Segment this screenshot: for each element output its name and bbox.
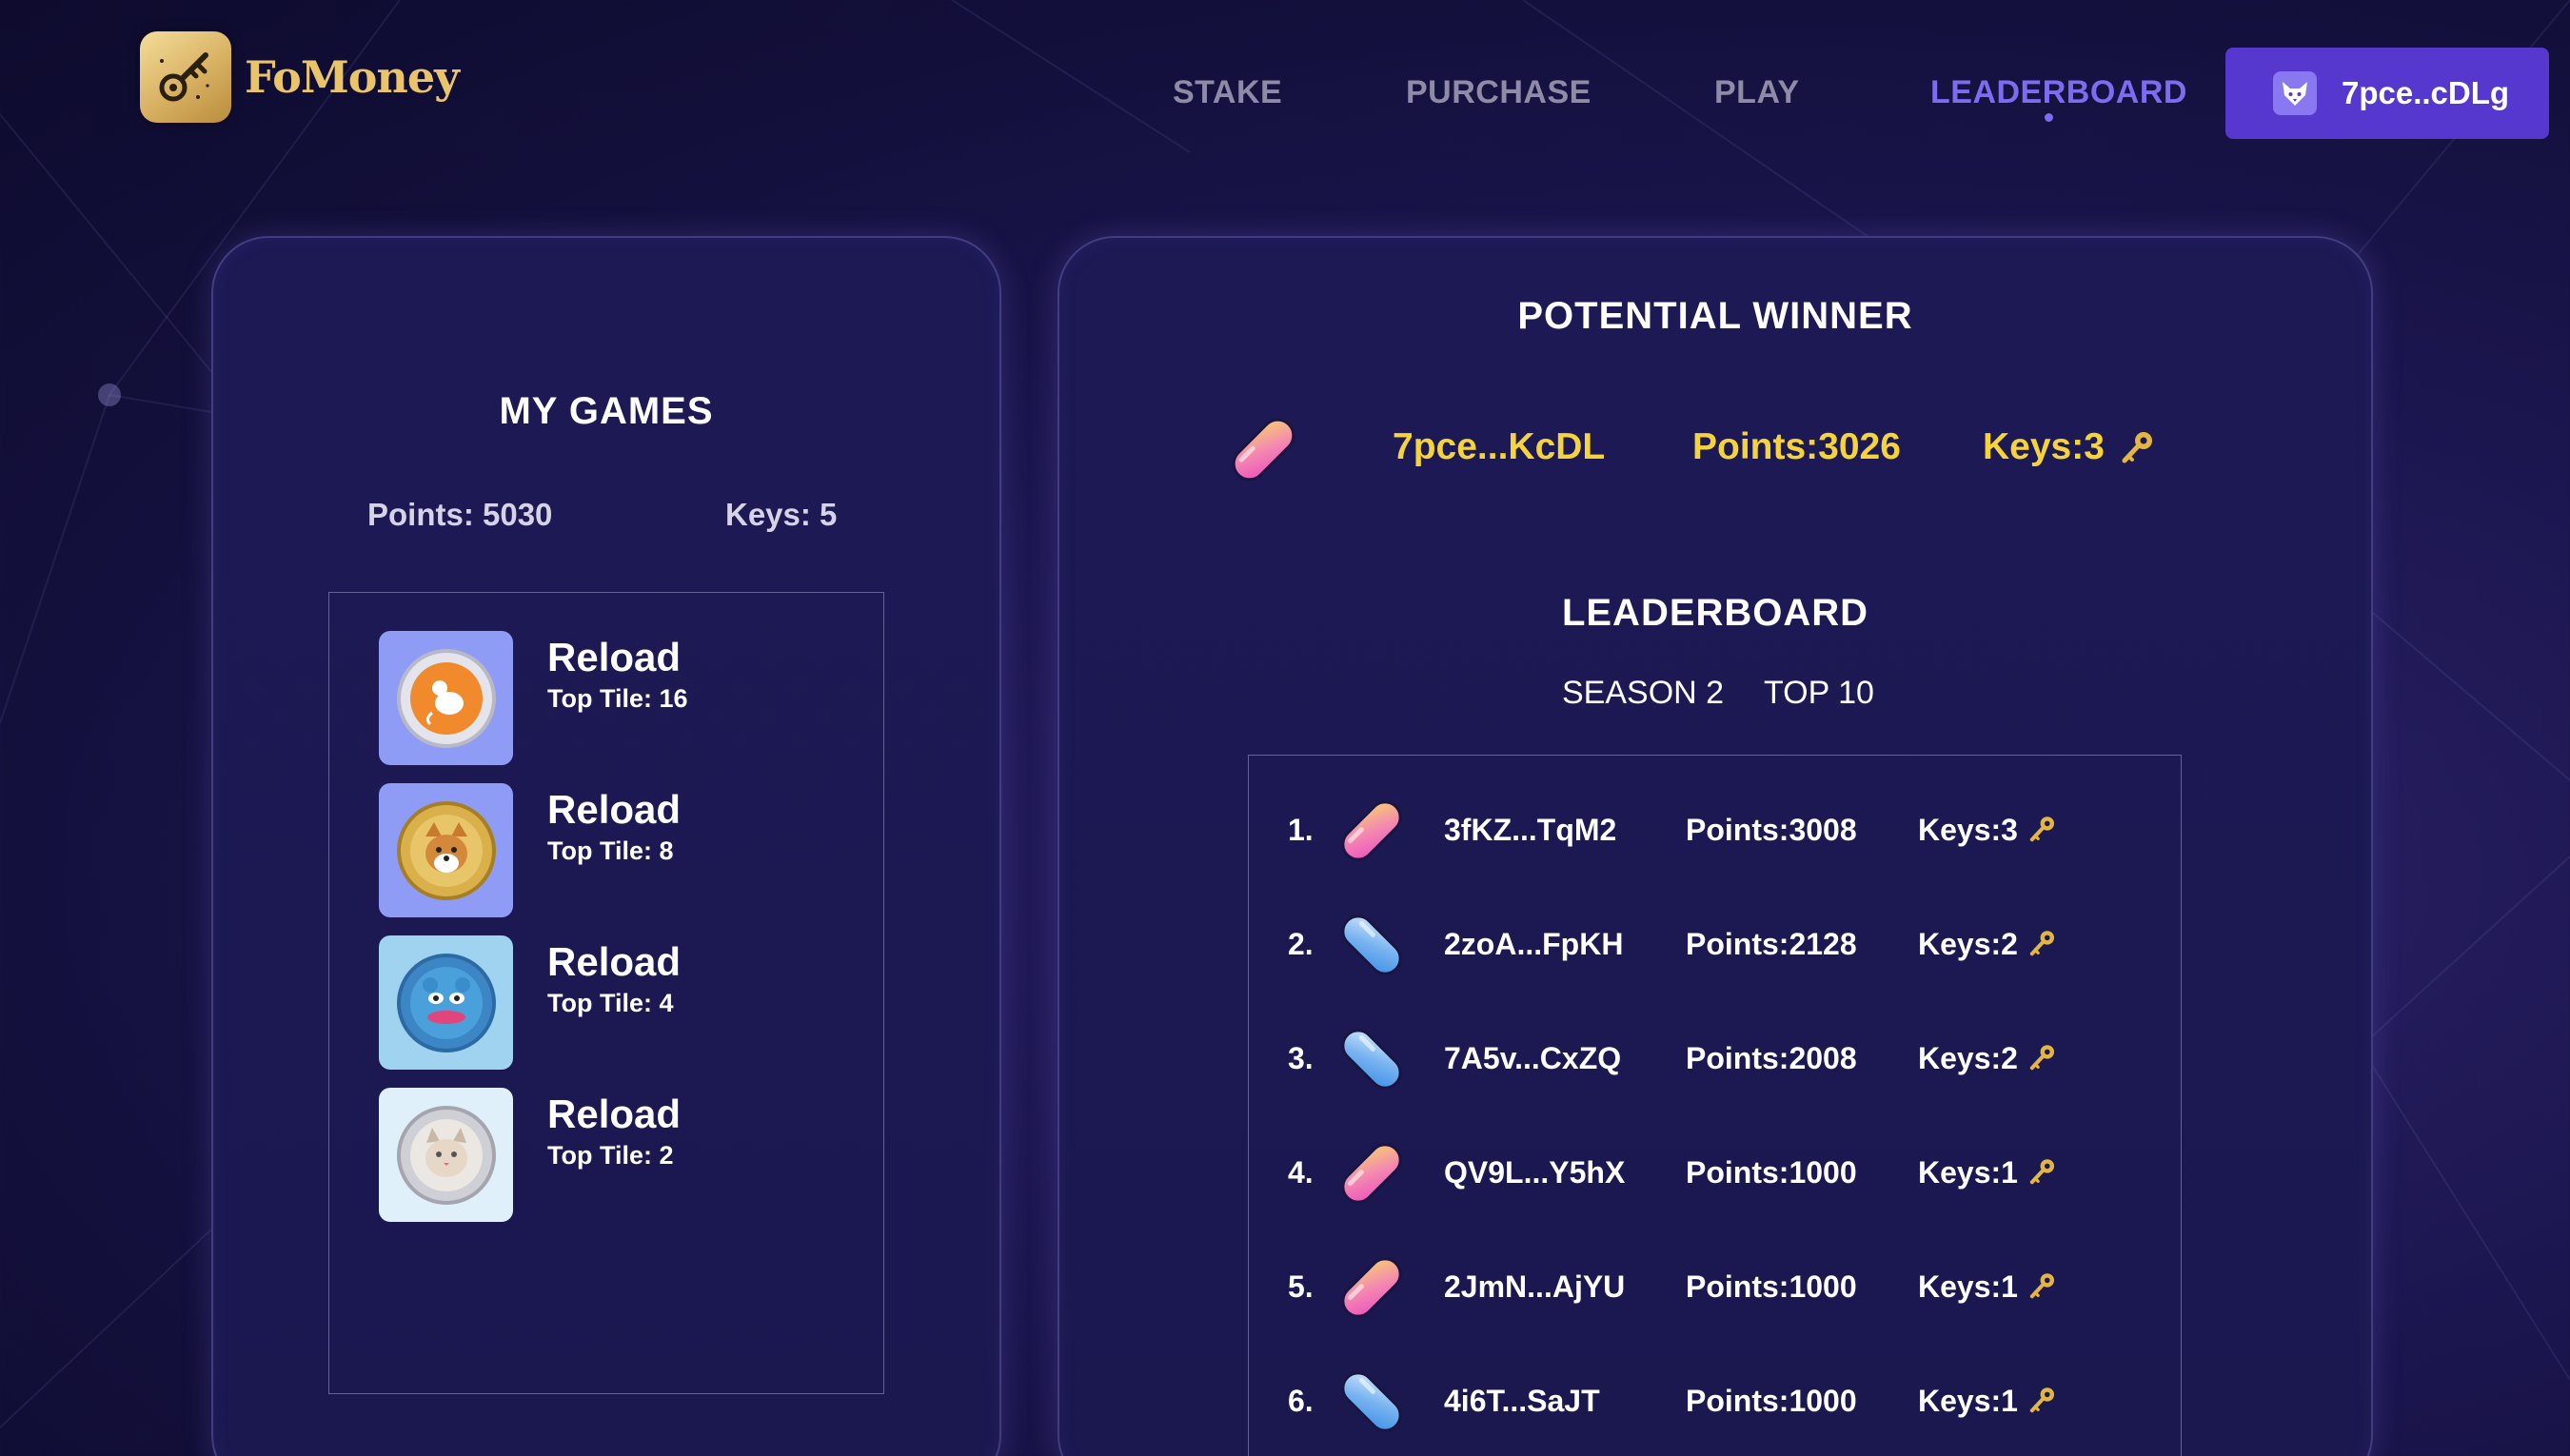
leaderboard-row: 1. 3fKZ...TqM2 Points:3008 Keys:3 — [1249, 792, 2181, 877]
pill-icon — [1333, 1134, 1411, 1216]
nav-play[interactable]: PLAY — [1714, 74, 1800, 111]
player-points: Points:1000 — [1686, 1155, 1857, 1190]
rank: 5. — [1288, 1269, 1314, 1304]
doge-coin-icon — [379, 783, 513, 917]
brand-logo[interactable]: FoMoney — [140, 31, 460, 123]
winner-points: Points:3026 — [1692, 426, 1901, 467]
player-keys: Keys:2 — [1918, 927, 2058, 966]
player-keys-label: Keys:1 — [1918, 1155, 2018, 1190]
rank: 2. — [1288, 927, 1314, 961]
player-points: Points:1000 — [1686, 1269, 1857, 1304]
player-keys-label: Keys:2 — [1918, 1041, 2018, 1075]
player-points: Points:1000 — [1686, 1384, 1857, 1418]
my-games-title: MY GAMES — [499, 390, 714, 432]
player-keys: Keys:3 — [1918, 813, 2058, 852]
key-icon — [2027, 1385, 2058, 1423]
nav-stake[interactable]: STAKE — [1173, 74, 1282, 111]
player-address: 2JmN...AjYU — [1444, 1269, 1626, 1304]
pepe-coin-icon — [379, 935, 513, 1070]
game-top-tile: Top Tile: 8 — [547, 836, 674, 865]
cat-coin-icon — [379, 1088, 513, 1222]
games-list: Reload Top Tile: 16 Reload Top Tile: 8 R… — [328, 592, 884, 1394]
fox-icon — [2273, 71, 2317, 115]
winner-address: 7pce...KcDL — [1393, 426, 1606, 467]
game-top-tile: Top Tile: 4 — [547, 989, 674, 1017]
player-keys: Keys:1 — [1918, 1155, 2058, 1194]
player-points: Points:2008 — [1686, 1041, 1857, 1075]
key-icon — [2027, 1042, 2058, 1080]
nav-leaderboard[interactable]: LEADERBOARD — [1930, 74, 2187, 111]
rank: 6. — [1288, 1384, 1314, 1418]
game-name: Reload — [547, 1092, 682, 1136]
leaderboard-row: 3. 7A5v...CxZQ Points:2008 Keys:2 — [1249, 1020, 2181, 1106]
key-icon — [2027, 1156, 2058, 1194]
rank: 4. — [1288, 1155, 1314, 1190]
nav-active-indicator — [2045, 113, 2053, 122]
game-item[interactable]: Reload Top Tile: 16 — [379, 631, 688, 765]
player-keys: Keys:2 — [1918, 1041, 2058, 1080]
game-item[interactable]: Reload Top Tile: 2 — [379, 1088, 681, 1222]
player-address: QV9L...Y5hX — [1444, 1155, 1626, 1190]
my-points: Points: 5030 — [367, 497, 553, 532]
key-icon — [2027, 928, 2058, 966]
winner-keys: Keys:3 — [1983, 426, 2105, 467]
season-tab[interactable]: SEASON 2 — [1562, 675, 1724, 712]
leaderboard-title: LEADERBOARD — [1561, 592, 1869, 634]
top10-tab[interactable]: TOP 10 — [1764, 675, 1874, 712]
wallet-button[interactable]: 7pce..cDLg — [2225, 48, 2549, 139]
nav-purchase[interactable]: PURCHASE — [1406, 74, 1591, 111]
player-keys: Keys:1 — [1918, 1269, 2058, 1308]
winner-pill-icon — [1223, 409, 1304, 494]
rank: 1. — [1288, 813, 1314, 847]
leaderboard-row: 2. 2zoA...FpKH Points:2128 Keys:2 — [1249, 906, 2181, 992]
pill-icon — [1333, 792, 1411, 874]
game-top-tile: Top Tile: 2 — [547, 1141, 674, 1170]
leaderboard-row: 6. 4i6T...SaJT Points:1000 Keys:1 — [1249, 1363, 2181, 1448]
game-name: Reload — [547, 939, 682, 984]
leaderboard-row: 5. 2JmN...AjYU Points:1000 Keys:1 — [1249, 1249, 2181, 1334]
key-icon — [140, 31, 231, 123]
player-keys-label: Keys:1 — [1918, 1384, 2018, 1418]
game-name: Reload — [547, 635, 682, 679]
pill-icon — [1333, 1363, 1411, 1445]
pill-icon — [1333, 906, 1411, 988]
key-icon — [2119, 428, 2157, 470]
game-name: Reload — [547, 787, 682, 832]
wallet-address: 7pce..cDLg — [2342, 75, 2510, 110]
player-address: 2zoA...FpKH — [1444, 927, 1624, 961]
my-keys: Keys: 5 — [725, 497, 838, 532]
player-points: Points:2128 — [1686, 927, 1857, 961]
game-item[interactable]: Reload Top Tile: 8 — [379, 783, 681, 917]
game-item[interactable]: Reload Top Tile: 4 — [379, 935, 681, 1070]
game-top-tile: Top Tile: 16 — [547, 684, 688, 713]
leaderboard-row: 4. QV9L...Y5hX Points:1000 Keys:1 — [1249, 1134, 2181, 1220]
pill-icon — [1333, 1020, 1411, 1102]
player-keys-label: Keys:1 — [1918, 1269, 2018, 1304]
brand-name: FoMoney — [245, 51, 460, 103]
player-address: 3fKZ...TqM2 — [1444, 813, 1617, 847]
key-icon — [2027, 814, 2058, 852]
player-address: 7A5v...CxZQ — [1444, 1041, 1622, 1075]
player-keys: Keys:1 — [1918, 1384, 2058, 1423]
rat-coin-icon — [379, 631, 513, 765]
player-keys-label: Keys:2 — [1918, 927, 2018, 961]
potential-winner-title: POTENTIAL WINNER — [1517, 295, 1913, 337]
leaderboard-table: 1. 3fKZ...TqM2 Points:3008 Keys:3 2. 2zoA...F… — [1248, 755, 2182, 1456]
player-address: 4i6T...SaJT — [1444, 1384, 1600, 1418]
rank: 3. — [1288, 1041, 1314, 1075]
key-icon — [2027, 1270, 2058, 1308]
pill-icon — [1333, 1249, 1411, 1330]
player-keys-label: Keys:3 — [1918, 813, 2018, 847]
player-points: Points:3008 — [1686, 813, 1857, 847]
